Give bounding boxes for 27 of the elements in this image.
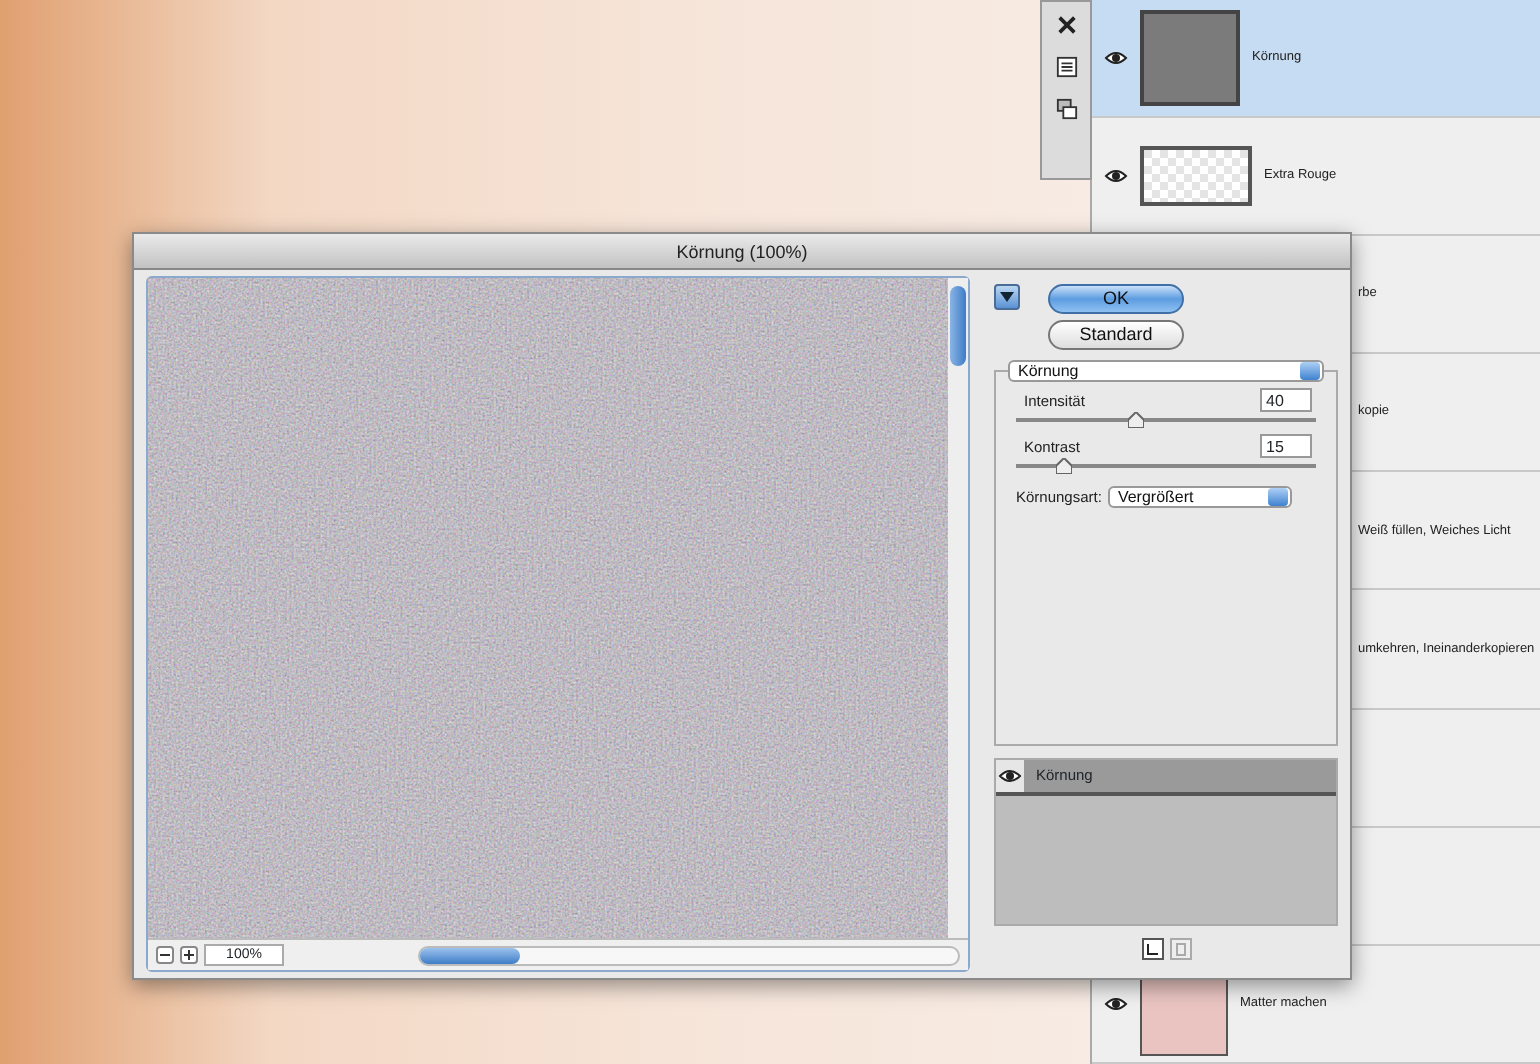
eye-icon[interactable] [1104,166,1128,187]
vertical-scrollbar[interactable] [948,278,968,938]
horizontal-scrollbar[interactable] [418,945,960,965]
layers-icon[interactable] [1055,98,1077,120]
eye-icon[interactable] [1104,993,1128,1014]
grain-type-select[interactable]: Vergrößert [1107,486,1292,509]
plus-icon [184,950,194,960]
zoom-out-button[interactable] [156,946,174,964]
panel-icon[interactable] [1055,56,1077,78]
new-layer-icon[interactable] [1141,938,1163,960]
collapse-button[interactable] [994,284,1020,310]
standard-button[interactable]: Standard [1048,320,1184,350]
filter-select[interactable]: Körnung [1008,360,1324,382]
caret-icon [1000,292,1014,302]
layer-thumbnail [1140,146,1252,207]
eye-icon[interactable] [1104,48,1128,69]
slider-thumb[interactable] [1128,412,1144,428]
minus-icon [160,950,170,960]
ok-button[interactable]: OK [1048,284,1184,314]
layer-thumbnail [1140,10,1240,107]
value-field[interactable]: 15 [1260,434,1312,458]
zoom-in-button[interactable] [180,946,198,964]
window-title: Körnung (100%) [134,234,1350,270]
eye-icon[interactable] [998,766,1022,786]
tools-icon[interactable] [1055,14,1077,36]
value-field[interactable]: 40 [1260,388,1312,412]
slider-thumb[interactable] [1056,458,1072,474]
